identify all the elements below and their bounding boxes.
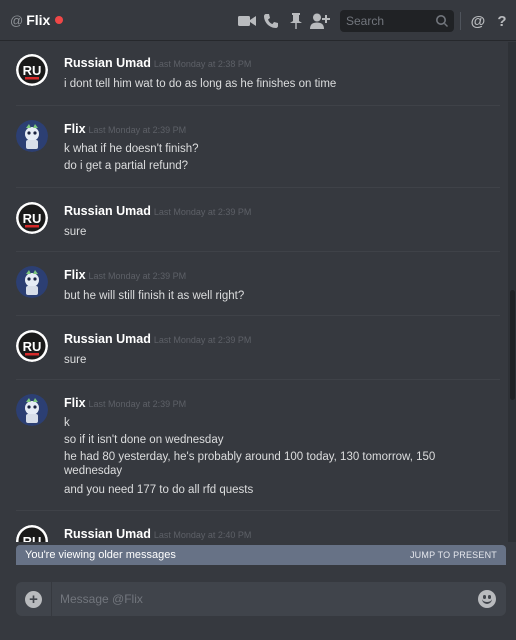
message-divider — [16, 187, 500, 188]
older-messages-text: You're viewing older messages — [25, 549, 176, 561]
plus-icon: + — [25, 590, 42, 608]
message-divider — [16, 379, 500, 380]
message-text: he had 80 yesterday, he's probably aroun… — [64, 451, 436, 477]
message-header: Russian Umad Last Monday at 2:40 PM — [64, 525, 251, 542]
author-name[interactable]: Russian Umad — [64, 204, 151, 218]
author-name[interactable]: Flix — [64, 268, 86, 282]
header-divider — [460, 12, 461, 30]
message-divider — [16, 251, 500, 252]
search-icon — [436, 15, 448, 27]
at-symbol: @ — [10, 12, 24, 28]
message-header: Flix Last Monday at 2:39 PM — [64, 394, 186, 412]
message-timestamp: Last Monday at 2:39 PM — [88, 125, 187, 135]
message-header: Flix Last Monday at 2:39 PM — [64, 120, 186, 138]
message-text: sure — [64, 354, 87, 366]
message-timestamp: Last Monday at 2:38 PM — [153, 59, 252, 69]
author-name[interactable]: Russian Umad — [64, 527, 151, 541]
message-composer[interactable]: + Message @Flix — [16, 582, 506, 616]
search-placeholder: Search — [346, 14, 385, 28]
avatar[interactable]: RU — [16, 202, 48, 234]
top-bar: @ Flix Search @ ? — [0, 0, 516, 41]
avatar[interactable] — [16, 120, 48, 152]
message-text: and you need 177 to do all rfd quests — [64, 484, 254, 496]
message-timestamp: Last Monday at 2:39 PM — [88, 399, 187, 409]
message-header: Russian Umad Last Monday at 2:38 PM — [64, 54, 251, 72]
author-name[interactable]: Flix — [64, 396, 86, 410]
jump-to-present-button[interactable]: JUMP TO PRESENT — [410, 550, 497, 560]
avatar[interactable]: RU — [16, 525, 48, 542]
status-dot — [55, 16, 64, 24]
upload-button[interactable]: + — [16, 582, 52, 616]
message-text: do i get a partial refund? — [64, 160, 189, 172]
author-name[interactable]: Flix — [64, 122, 86, 136]
svg-text:RU: RU — [23, 339, 42, 354]
older-messages-bar: You're viewing older messages JUMP TO PR… — [16, 545, 506, 565]
mentions-icon[interactable]: @ — [468, 11, 488, 31]
message-timestamp: Last Monday at 2:39 PM — [153, 207, 252, 217]
video-call-icon[interactable] — [237, 11, 257, 31]
message-list: RU Russian Umad Last Monday at 2:38 PM i do… — [0, 42, 508, 542]
author-name[interactable]: Russian Umad — [64, 56, 151, 70]
message-header: Flix Last Monday at 2:39 PM — [64, 266, 186, 284]
message-timestamp: Last Monday at 2:39 PM — [153, 335, 252, 345]
avatar[interactable] — [16, 266, 48, 298]
message-input[interactable]: Message @Flix — [60, 592, 478, 606]
message-divider — [16, 105, 500, 106]
message-divider — [16, 510, 500, 511]
message-text: sure — [64, 226, 87, 238]
pin-icon[interactable] — [286, 11, 306, 31]
avatar[interactable] — [16, 394, 48, 426]
channel-header: @ Flix — [10, 12, 64, 28]
message-divider — [16, 315, 500, 316]
channel-name: Flix — [26, 12, 51, 28]
scrollbar-thumb[interactable] — [510, 290, 515, 400]
avatar[interactable]: RU — [16, 330, 48, 362]
message-text: k what if he doesn't finish? — [64, 143, 199, 155]
emoji-icon[interactable] — [478, 590, 496, 608]
search-input[interactable]: Search — [340, 10, 454, 32]
svg-text:RU: RU — [23, 63, 42, 78]
message-timestamp: Last Monday at 2:40 PM — [153, 530, 252, 540]
message-timestamp: Last Monday at 2:39 PM — [88, 271, 187, 281]
add-friend-icon[interactable] — [310, 11, 330, 31]
message-header: Russian Umad Last Monday at 2:39 PM — [64, 330, 251, 348]
voice-call-icon[interactable] — [261, 11, 281, 31]
message-text: i dont tell him wat to do as long as he … — [64, 78, 337, 90]
message-text: but he will still finish it as well righ… — [64, 290, 245, 302]
svg-text:RU: RU — [23, 534, 42, 542]
message-header: Russian Umad Last Monday at 2:39 PM — [64, 202, 251, 220]
help-icon[interactable]: ? — [492, 11, 512, 31]
message-text: k — [64, 417, 70, 429]
author-name[interactable]: Russian Umad — [64, 332, 151, 346]
svg-text:RU: RU — [23, 211, 42, 226]
message-text: so if it isn't done on wednesday — [64, 434, 224, 446]
avatar[interactable]: RU — [16, 54, 48, 86]
